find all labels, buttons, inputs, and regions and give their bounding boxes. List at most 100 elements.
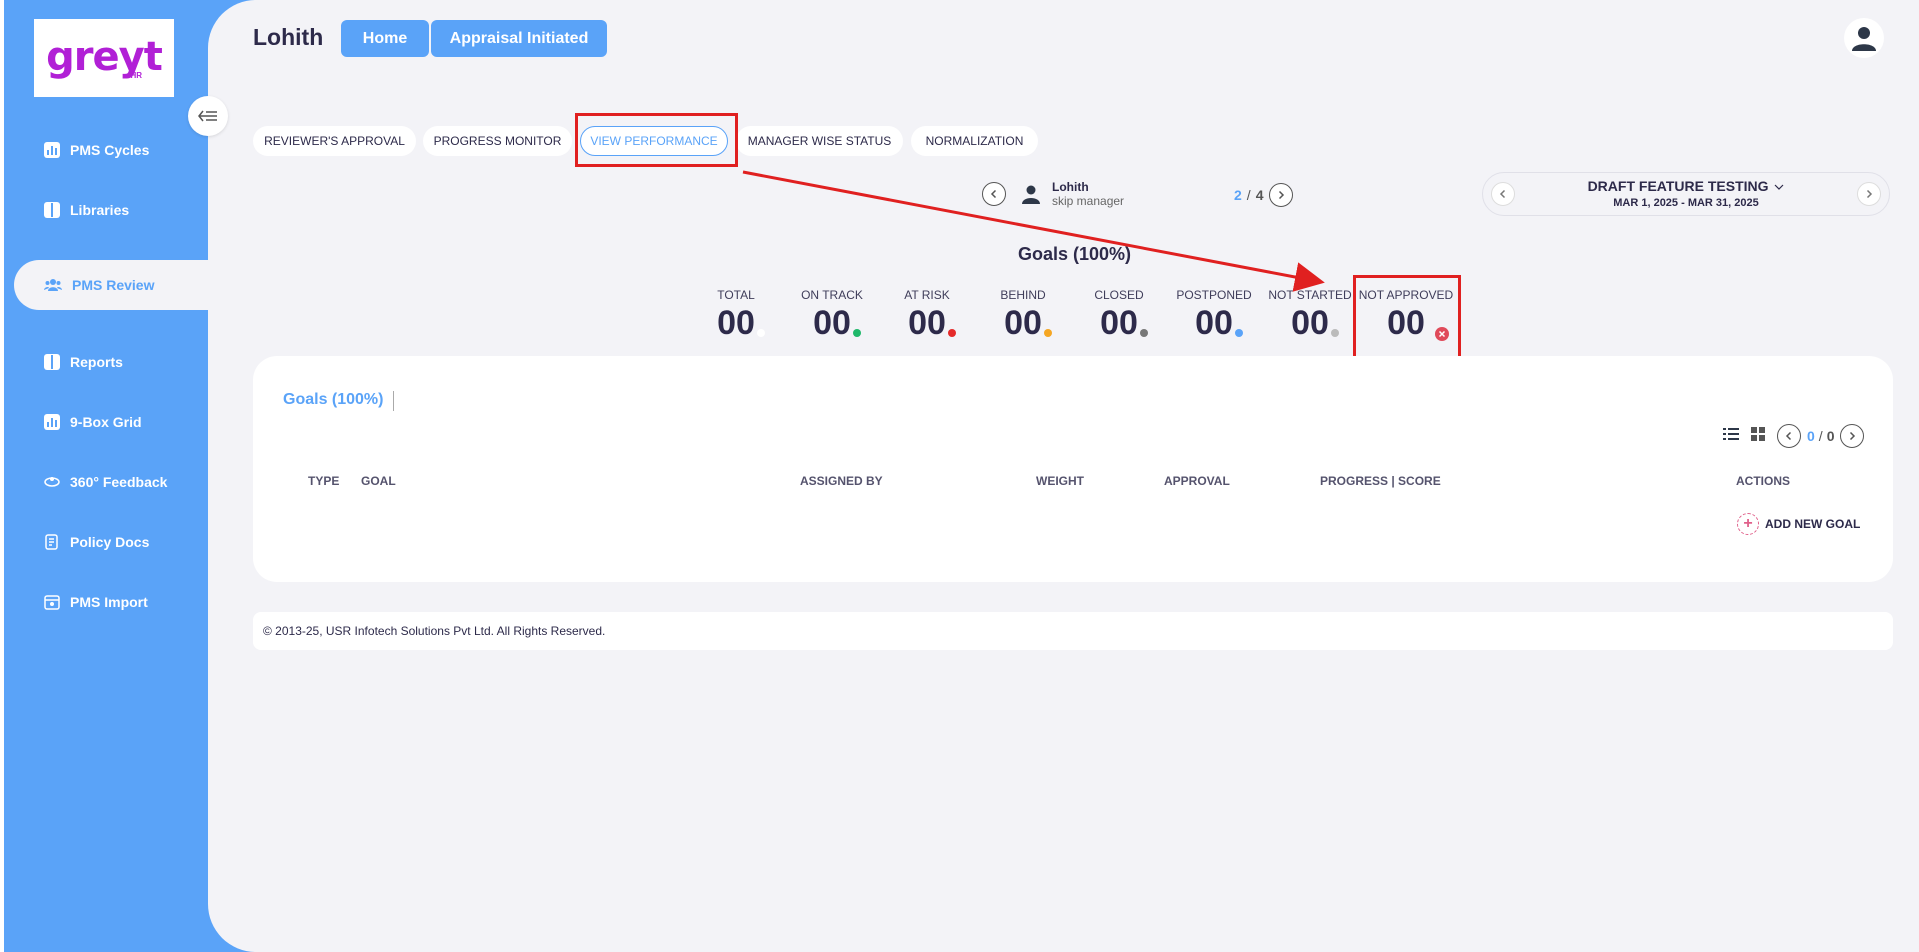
status-dot (947, 329, 956, 337)
stat-label: AT RISK (904, 288, 950, 302)
column-header-progress-score: PROGRESS | SCORE (1320, 474, 1441, 488)
prev-employee-button[interactable] (982, 182, 1006, 206)
cycle-selector[interactable]: DRAFT FEATURE TESTING MAR 1, 2025 - MAR … (1482, 172, 1890, 216)
stat-label: POSTPONED (1176, 288, 1252, 302)
add-new-goal-label: ADD NEW GOAL (1765, 517, 1861, 531)
goals-pager-total: 0 (1826, 428, 1835, 444)
tab-progress-monitor[interactable]: PROGRESS MONITOR (423, 126, 572, 156)
chevron-left-icon (1785, 431, 1792, 441)
sidebar-item-label: 9-Box Grid (70, 414, 142, 430)
chevron-down-icon (1774, 184, 1784, 190)
status-dot (1043, 329, 1052, 337)
next-employee-button[interactable] (1269, 183, 1294, 207)
add-new-goal-button[interactable]: + ADD NEW GOAL (1737, 513, 1860, 535)
sidebar: greyt HR PMS Cycles Libraries Reports 9-… (4, 0, 208, 952)
collapse-sidebar-button[interactable] (188, 96, 228, 136)
goals-heading: Goals (100%) (1018, 244, 1132, 264)
appraisal-status-button[interactable]: Appraisal Initiated (431, 20, 607, 57)
pager-current: 2 (1234, 187, 1242, 203)
grid-view-icon[interactable] (1751, 426, 1765, 446)
book-icon (44, 202, 60, 218)
column-header-approval: APPROVAL (1164, 474, 1230, 488)
sidebar-item-label: PMS Import (70, 594, 148, 610)
sidebar-item-reports[interactable]: Reports (44, 350, 123, 374)
tab-reviewers-approval[interactable]: REVIEWER'S APPROVAL (253, 126, 416, 156)
tab-divider (393, 391, 394, 411)
users-icon (44, 277, 62, 293)
employee-name: Lohith (1052, 180, 1089, 194)
employee-role: skip manager (1052, 194, 1125, 208)
column-header-type: TYPE (308, 474, 340, 488)
cycle-title-text: DRAFT FEATURE TESTING (1587, 178, 1769, 194)
column-header-weight: WEIGHT (1036, 474, 1084, 488)
chevron-right-icon (1850, 431, 1856, 441)
chevron-right-icon (1866, 189, 1873, 199)
stat-total: TOTAL 00 (688, 288, 784, 343)
status-dot (1139, 329, 1148, 337)
tab-normalization[interactable]: NORMALIZATION (911, 126, 1038, 156)
document-icon (44, 534, 60, 550)
tab-manager-wise-status[interactable]: MANAGER WISE STATUS (736, 126, 903, 156)
stat-closed: CLOSED 00 (1071, 288, 1167, 343)
prev-goals-page-button[interactable] (1777, 424, 1801, 448)
page-title: Lohith (253, 24, 324, 50)
status-dot (756, 329, 765, 337)
cycle-dates: MAR 1, 2025 - MAR 31, 2025 (1613, 197, 1759, 209)
stat-postponed: POSTPONED 00 (1166, 288, 1262, 343)
pager-separator: / (1246, 187, 1251, 203)
chevron-right-icon (1279, 190, 1285, 200)
stat-value: 00 (1195, 304, 1233, 342)
logo-sub: HR (130, 70, 142, 80)
stat-behind: BEHIND 00 (975, 288, 1071, 343)
next-cycle-button[interactable] (1857, 182, 1881, 206)
sidebar-item-label: PMS Cycles (70, 142, 150, 158)
next-goals-page-button[interactable] (1840, 424, 1865, 448)
footer: © 2013-25, USR Infotech Solutions Pvt Lt… (253, 612, 1893, 650)
stat-value: 00 (813, 304, 851, 342)
logo-word: greyt (46, 33, 163, 80)
sidebar-item-libraries[interactable]: Libraries (44, 198, 129, 222)
sidebar-item-360-feedback[interactable]: 360° Feedback (44, 470, 167, 494)
user-icon (1852, 27, 1876, 51)
goals-tab[interactable]: Goals (100%) (283, 391, 383, 409)
sidebar-item-label: Policy Docs (70, 534, 150, 550)
employee-card: Lohith skip manager (982, 180, 1124, 208)
stat-not-started: NOT STARTED 00 (1262, 288, 1358, 343)
highlight-box-not-approved (1353, 275, 1461, 361)
cycle-title[interactable]: DRAFT FEATURE TESTING (1483, 178, 1889, 194)
sidebar-item-policy-docs[interactable]: Policy Docs (44, 530, 149, 554)
stat-value: 00 (717, 304, 755, 342)
sidebar-item-pms-import[interactable]: PMS Import (44, 590, 148, 614)
stat-label: CLOSED (1094, 288, 1144, 302)
sidebar-item-9-box-grid[interactable]: 9-Box Grid (44, 410, 142, 434)
goals-card: Goals (100%) 0 / 0 TYPE GOAL ASSIGNED BY… (253, 356, 1893, 582)
logo: greyt HR (34, 19, 174, 97)
pager-total: 4 (1255, 187, 1264, 203)
status-dot (1330, 329, 1339, 337)
view-controls: 0 / 0 (1723, 424, 1865, 448)
sidebar-item-pms-review[interactable]: PMS Review (14, 260, 214, 310)
stat-label: TOTAL (717, 288, 755, 302)
sidebar-item-pms-cycles[interactable]: PMS Cycles (44, 138, 149, 162)
home-button[interactable]: Home (341, 20, 429, 57)
bar-chart-icon (44, 414, 60, 430)
sidebar-item-label: PMS Review (72, 277, 155, 293)
stat-on-track: ON TRACK 00 (784, 288, 880, 343)
bar-chart-icon (44, 142, 60, 158)
stat-label: NOT STARTED (1268, 288, 1352, 302)
list-view-icon[interactable] (1723, 427, 1739, 446)
chevron-left-icon (990, 189, 997, 199)
status-dot (852, 329, 861, 337)
stat-value: 00 (1004, 304, 1042, 342)
employee-avatar-icon (1020, 183, 1042, 205)
column-header-goal: GOAL (361, 474, 396, 488)
stat-label: ON TRACK (801, 288, 863, 302)
status-dot (1234, 329, 1243, 337)
column-header-actions: ACTIONS (1736, 474, 1790, 488)
import-icon (44, 594, 60, 610)
main-content: Lohith Home Appraisal Initiated REVIEWER… (208, 0, 1919, 952)
collapse-icon (198, 110, 217, 122)
user-avatar[interactable] (1844, 18, 1884, 58)
highlight-box-view-performance (575, 113, 738, 167)
employee-pager: 2 / 4 (1234, 183, 1294, 207)
